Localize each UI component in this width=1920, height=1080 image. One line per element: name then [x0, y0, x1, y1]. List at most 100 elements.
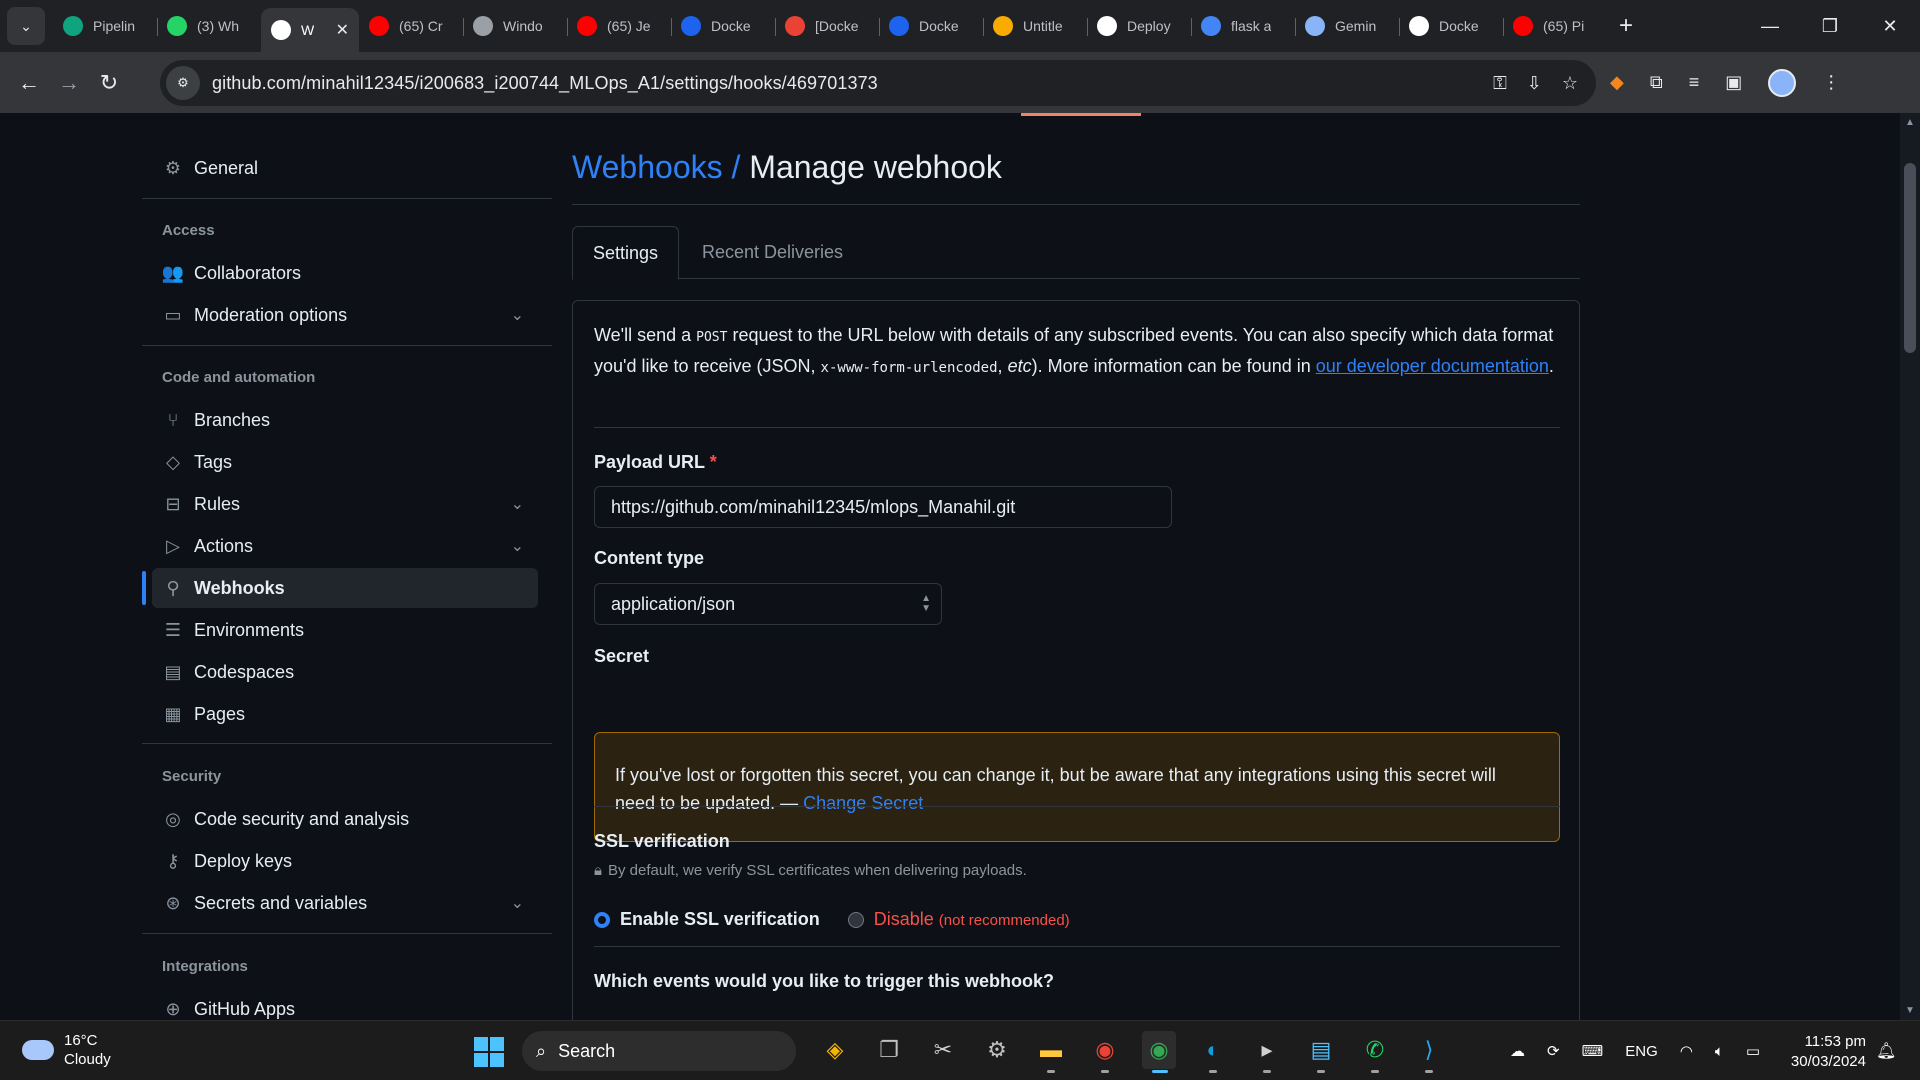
- volume-icon[interactable]: 🔈︎: [1715, 1043, 1724, 1060]
- site-info-icon[interactable]: ⚙: [166, 66, 200, 100]
- sidebar-item-code-security[interactable]: ◎ Code security and analysis: [152, 799, 538, 839]
- browser-icon: ▦: [164, 703, 182, 724]
- browser-tab[interactable]: [Docke: [775, 6, 879, 46]
- snipping-tool-icon[interactable]: ✂: [926, 1031, 960, 1069]
- youtube-icon: [369, 16, 389, 36]
- back-icon[interactable]: ←: [9, 63, 49, 103]
- chevron-down-icon[interactable]: ⌄: [511, 893, 524, 913]
- browser-tab[interactable]: Docke: [879, 6, 983, 46]
- content-type-select[interactable]: application/json ▲ ▼: [594, 583, 942, 625]
- payload-url-input[interactable]: https://github.com/minahil12345/mlops_Ma…: [594, 486, 1172, 528]
- breadcrumb-webhooks[interactable]: Webhooks /: [572, 149, 740, 185]
- notepad-icon[interactable]: ▤: [1304, 1031, 1338, 1073]
- sidebar-heading-integrations: Integrations: [162, 958, 248, 975]
- terminal-icon[interactable]: ▸: [1250, 1031, 1284, 1073]
- task-view-icon[interactable]: ❐: [872, 1031, 906, 1069]
- url-text[interactable]: github.com/minahil12345/i200683_i200744_…: [212, 73, 878, 94]
- browser-tab[interactable]: Pipelin: [53, 6, 157, 46]
- sidebar-item-branches[interactable]: ⑂ Branches: [152, 400, 538, 440]
- browser-tab[interactable]: W ✕: [261, 8, 359, 52]
- close-window-icon[interactable]: ✕: [1860, 16, 1920, 37]
- browser-tab[interactable]: (65) Je: [567, 6, 671, 46]
- onedrive-icon[interactable]: ☁: [1510, 1042, 1525, 1060]
- restore-icon[interactable]: ❐: [1800, 16, 1860, 37]
- sidebar-item-tags[interactable]: ◇ Tags: [152, 442, 538, 482]
- scrollbar-thumb[interactable]: [1904, 163, 1916, 353]
- settings-icon[interactable]: ⚙: [980, 1031, 1014, 1069]
- password-key-icon[interactable]: ⚿: [1493, 73, 1507, 94]
- page-scrollbar[interactable]: ▲ ▼: [1900, 113, 1920, 1020]
- address-bar[interactable]: ⚙ github.com/minahil12345/i200683_i20074…: [160, 60, 1596, 106]
- chrome-profile-icon[interactable]: ◉: [1142, 1031, 1176, 1073]
- language-indicator[interactable]: ENG: [1625, 1043, 1658, 1060]
- weather-widget[interactable]: 16°C Cloudy: [22, 1031, 111, 1069]
- ssl-enable-radio[interactable]: [594, 911, 610, 928]
- sync-icon[interactable]: ⟳: [1547, 1042, 1560, 1060]
- tab-search-button[interactable]: ⌄: [7, 7, 45, 45]
- sidebar-item-codespaces[interactable]: ▤ Codespaces: [152, 652, 538, 692]
- install-app-icon[interactable]: ⇩: [1527, 73, 1542, 94]
- browser-tab[interactable]: Gemin: [1295, 6, 1399, 46]
- reload-icon[interactable]: ↻: [89, 63, 129, 103]
- sidebar-item-pages[interactable]: ▦ Pages: [152, 694, 538, 734]
- ssl-disable-label[interactable]: Disable (not recommended): [874, 909, 1070, 930]
- browser-tab[interactable]: Docke: [1399, 6, 1503, 46]
- taskbar-search[interactable]: ⌕ Search: [522, 1031, 796, 1071]
- browser-tab[interactable]: (65) Pi: [1503, 6, 1607, 46]
- metamask-icon[interactable]: ◆: [1610, 72, 1624, 93]
- tab-settings[interactable]: Settings: [572, 226, 680, 280]
- chevron-down-icon[interactable]: ⌄: [511, 305, 524, 325]
- sidebar-item-secrets[interactable]: ⊛ Secrets and variables ⌄: [152, 883, 538, 923]
- browser-tab[interactable]: Windo: [463, 6, 567, 46]
- scroll-down-icon[interactable]: ▼: [1905, 1005, 1915, 1016]
- browser-tab[interactable]: Deploy: [1087, 6, 1191, 46]
- profile-avatar[interactable]: [1768, 68, 1797, 97]
- browser-tab[interactable]: Untitle: [983, 6, 1087, 46]
- side-panel-icon[interactable]: ▣: [1725, 72, 1742, 93]
- close-tab-icon[interactable]: ✕: [336, 20, 349, 40]
- sidebar-item-github-apps[interactable]: ⊕ GitHub Apps: [152, 989, 538, 1020]
- whatsapp-icon[interactable]: ✆: [1358, 1031, 1392, 1073]
- sidebar-item-environments[interactable]: ☰ Environments: [152, 610, 538, 650]
- change-secret-link[interactable]: Change Secret: [803, 793, 923, 813]
- battery-icon[interactable]: ▭: [1746, 1042, 1760, 1060]
- ssl-disable-text: Disable: [873, 909, 934, 929]
- sidebar-item-collaborators[interactable]: 👥 Collaborators: [152, 253, 538, 293]
- sidebar-item-moderation[interactable]: ▭ Moderation options ⌄: [152, 295, 538, 335]
- reading-list-icon[interactable]: ≡: [1689, 72, 1700, 93]
- chrome-icon[interactable]: ◉: [1088, 1031, 1122, 1073]
- browser-tab[interactable]: flask a: [1191, 6, 1295, 46]
- sidebar-item-label: Collaborators: [194, 262, 302, 283]
- sidebar-item-general[interactable]: ⚙ General: [152, 148, 538, 188]
- file-explorer-icon[interactable]: ▬: [1034, 1031, 1068, 1073]
- scroll-up-icon[interactable]: ▲: [1905, 117, 1915, 128]
- sidebar-item-actions[interactable]: ▷ Actions ⌄: [152, 526, 538, 566]
- keyboard-icon[interactable]: ⌨: [1582, 1042, 1604, 1060]
- chevron-down-icon[interactable]: ⌄: [511, 536, 524, 556]
- tab-recent-deliveries[interactable]: Recent Deliveries: [682, 226, 863, 279]
- copilot-icon[interactable]: ◈: [818, 1031, 852, 1069]
- vscode-icon[interactable]: ⟩: [1412, 1031, 1446, 1073]
- extensions-puzzle-icon[interactable]: ⧉: [1650, 72, 1663, 93]
- wifi-icon[interactable]: ◠: [1680, 1042, 1693, 1060]
- browser-tab[interactable]: Docke: [671, 6, 775, 46]
- taskbar-clock[interactable]: 11:53 pm 30/03/2024: [1784, 1032, 1866, 1072]
- sidebar-item-webhooks[interactable]: ⚲ Webhooks: [152, 568, 538, 608]
- sidebar-item-deploy-keys[interactable]: ⚷ Deploy keys: [152, 841, 538, 881]
- ssl-enable-label[interactable]: Enable SSL verification: [620, 909, 820, 930]
- notification-bell-icon[interactable]: 🔔︎: [1876, 1041, 1896, 1061]
- chevron-down-icon[interactable]: ⌄: [511, 494, 524, 514]
- ssl-disable-radio[interactable]: [847, 911, 864, 928]
- browser-tab[interactable]: (3) Wh: [157, 6, 261, 46]
- forward-icon[interactable]: →: [49, 63, 89, 103]
- browser-tab-title: (65) Cr: [399, 18, 443, 34]
- developer-docs-link[interactable]: our developer documentation: [1316, 356, 1549, 376]
- bookmark-star-icon[interactable]: ☆: [1562, 73, 1578, 94]
- browser-tab[interactable]: (65) Cr: [359, 6, 463, 46]
- new-tab-button[interactable]: +: [1619, 12, 1633, 40]
- browser-menu-icon[interactable]: ⋮: [1822, 72, 1840, 93]
- minimize-icon[interactable]: —: [1740, 16, 1800, 37]
- sidebar-item-rules[interactable]: ⊟ Rules ⌄: [152, 484, 538, 524]
- windows-start-icon[interactable]: [474, 1037, 504, 1067]
- edge-icon[interactable]: ◐: [1196, 1031, 1230, 1073]
